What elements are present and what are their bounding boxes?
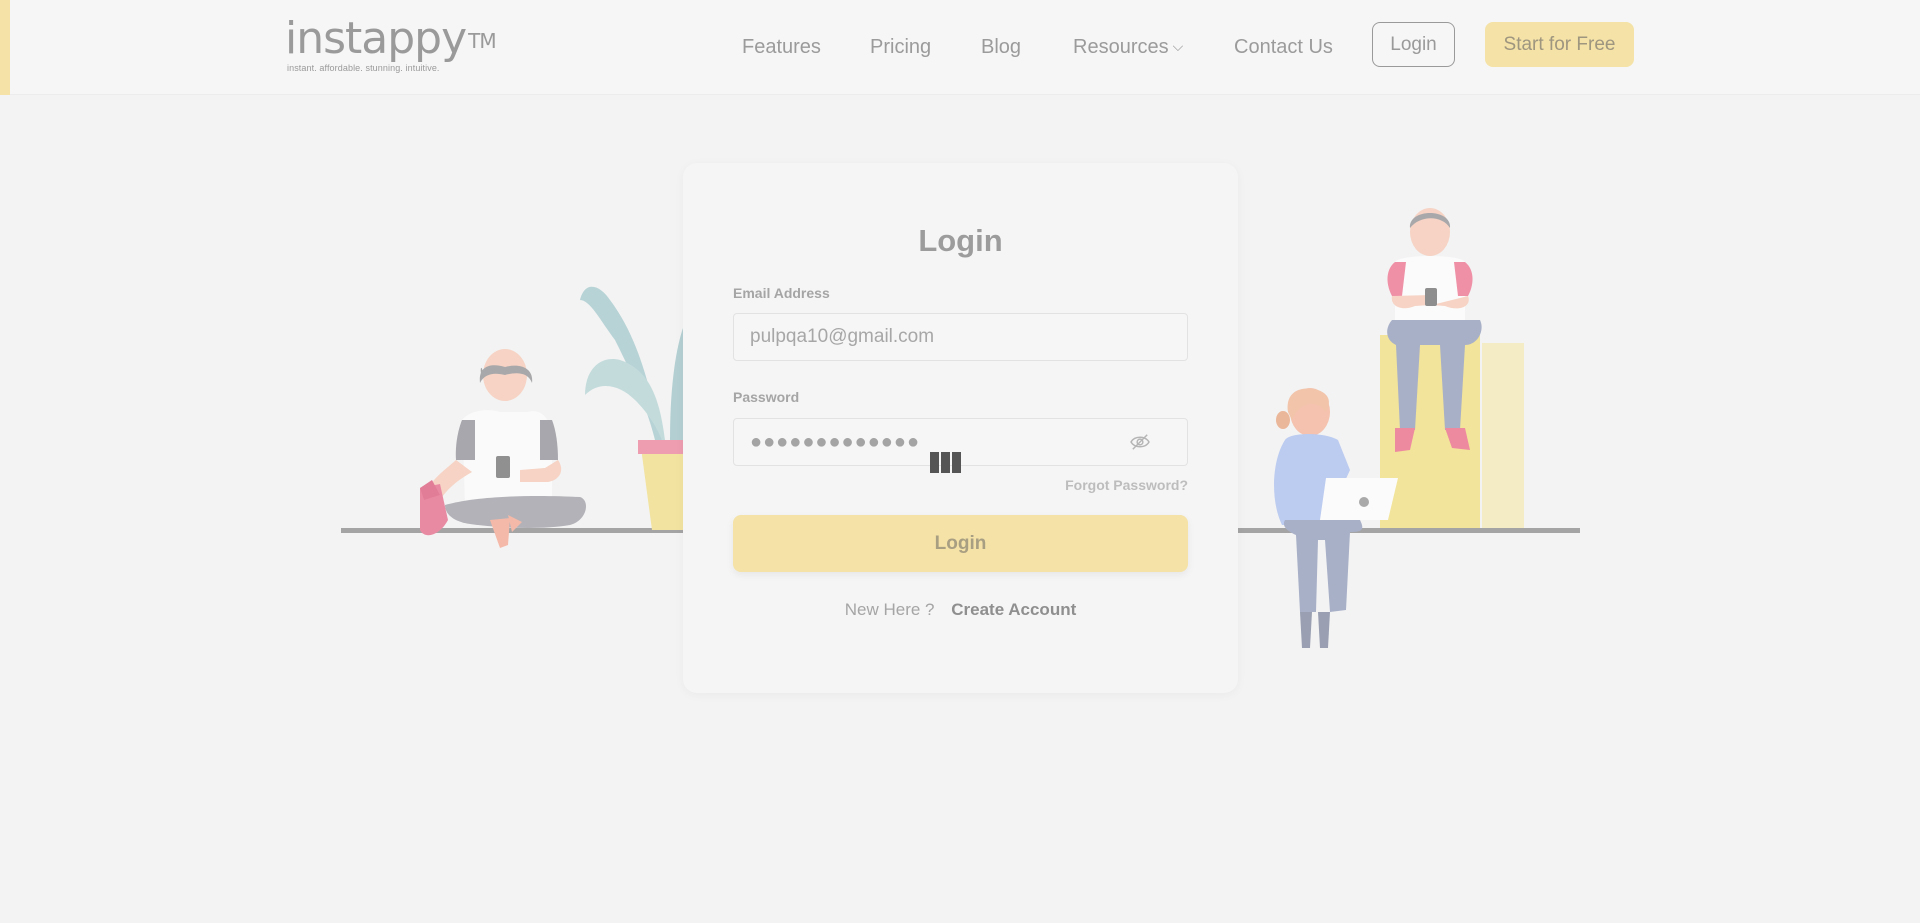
seated-man-on-box-illustration bbox=[1387, 208, 1482, 452]
forgot-password-link[interactable]: Forgot Password? bbox=[1065, 477, 1188, 493]
logo-text: instappy bbox=[285, 13, 467, 64]
logo-trademark: TM bbox=[468, 29, 497, 53]
potted-plant-illustration bbox=[580, 286, 684, 530]
left-floor-line bbox=[341, 528, 684, 533]
nav-resources[interactable]: Resources ⌵ bbox=[1073, 36, 1183, 59]
instappy-logo[interactable]: instappy TM instant. affordable. stunning… bbox=[285, 13, 497, 74]
nav-pricing[interactable]: Pricing bbox=[870, 36, 931, 59]
email-value: pulpqa10@gmail.com bbox=[750, 326, 935, 347]
sitting-man-illustration bbox=[420, 349, 586, 548]
busy-cursor-icon bbox=[930, 452, 961, 473]
nav-features[interactable]: Features bbox=[742, 36, 821, 59]
chevron-down-icon: ⌵ bbox=[1172, 38, 1184, 54]
woman-with-laptop-illustration bbox=[1274, 388, 1398, 648]
signup-prompt: New Here ? bbox=[844, 600, 935, 619]
login-card: Login Email Address pulpqa10@gmail.com P… bbox=[683, 163, 1238, 693]
login-title: Login bbox=[918, 223, 1003, 258]
logo-wordmark: instappy TM bbox=[285, 13, 497, 64]
signup-row: New Here ? Create Account bbox=[683, 600, 1238, 620]
email-label: Email Address bbox=[733, 285, 830, 301]
top-navigation-bar: instappy TM instant. affordable. stunning… bbox=[0, 0, 1920, 95]
nav-blog[interactable]: Blog bbox=[981, 36, 1021, 59]
email-field[interactable]: pulpqa10@gmail.com bbox=[733, 313, 1188, 361]
create-account-link[interactable]: Create Account bbox=[951, 600, 1076, 619]
header-login-button[interactable]: Login bbox=[1372, 22, 1455, 67]
start-for-free-button[interactable]: Start for Free bbox=[1485, 22, 1634, 67]
login-submit-button[interactable]: Login bbox=[733, 515, 1188, 572]
password-label: Password bbox=[733, 389, 800, 405]
eye-slash-icon[interactable] bbox=[1129, 433, 1151, 451]
nav-contact-us[interactable]: Contact Us bbox=[1234, 36, 1333, 59]
logo-tagline: instant. affordable. stunning. intuitive… bbox=[287, 63, 440, 73]
yellow-box-illustration bbox=[1380, 335, 1524, 528]
nav-resources-label: Resources bbox=[1073, 36, 1169, 58]
right-floor-line bbox=[1238, 528, 1580, 533]
password-value: ●●●●●●●●●●●●● bbox=[750, 430, 921, 453]
left-accent-strip bbox=[0, 0, 10, 95]
